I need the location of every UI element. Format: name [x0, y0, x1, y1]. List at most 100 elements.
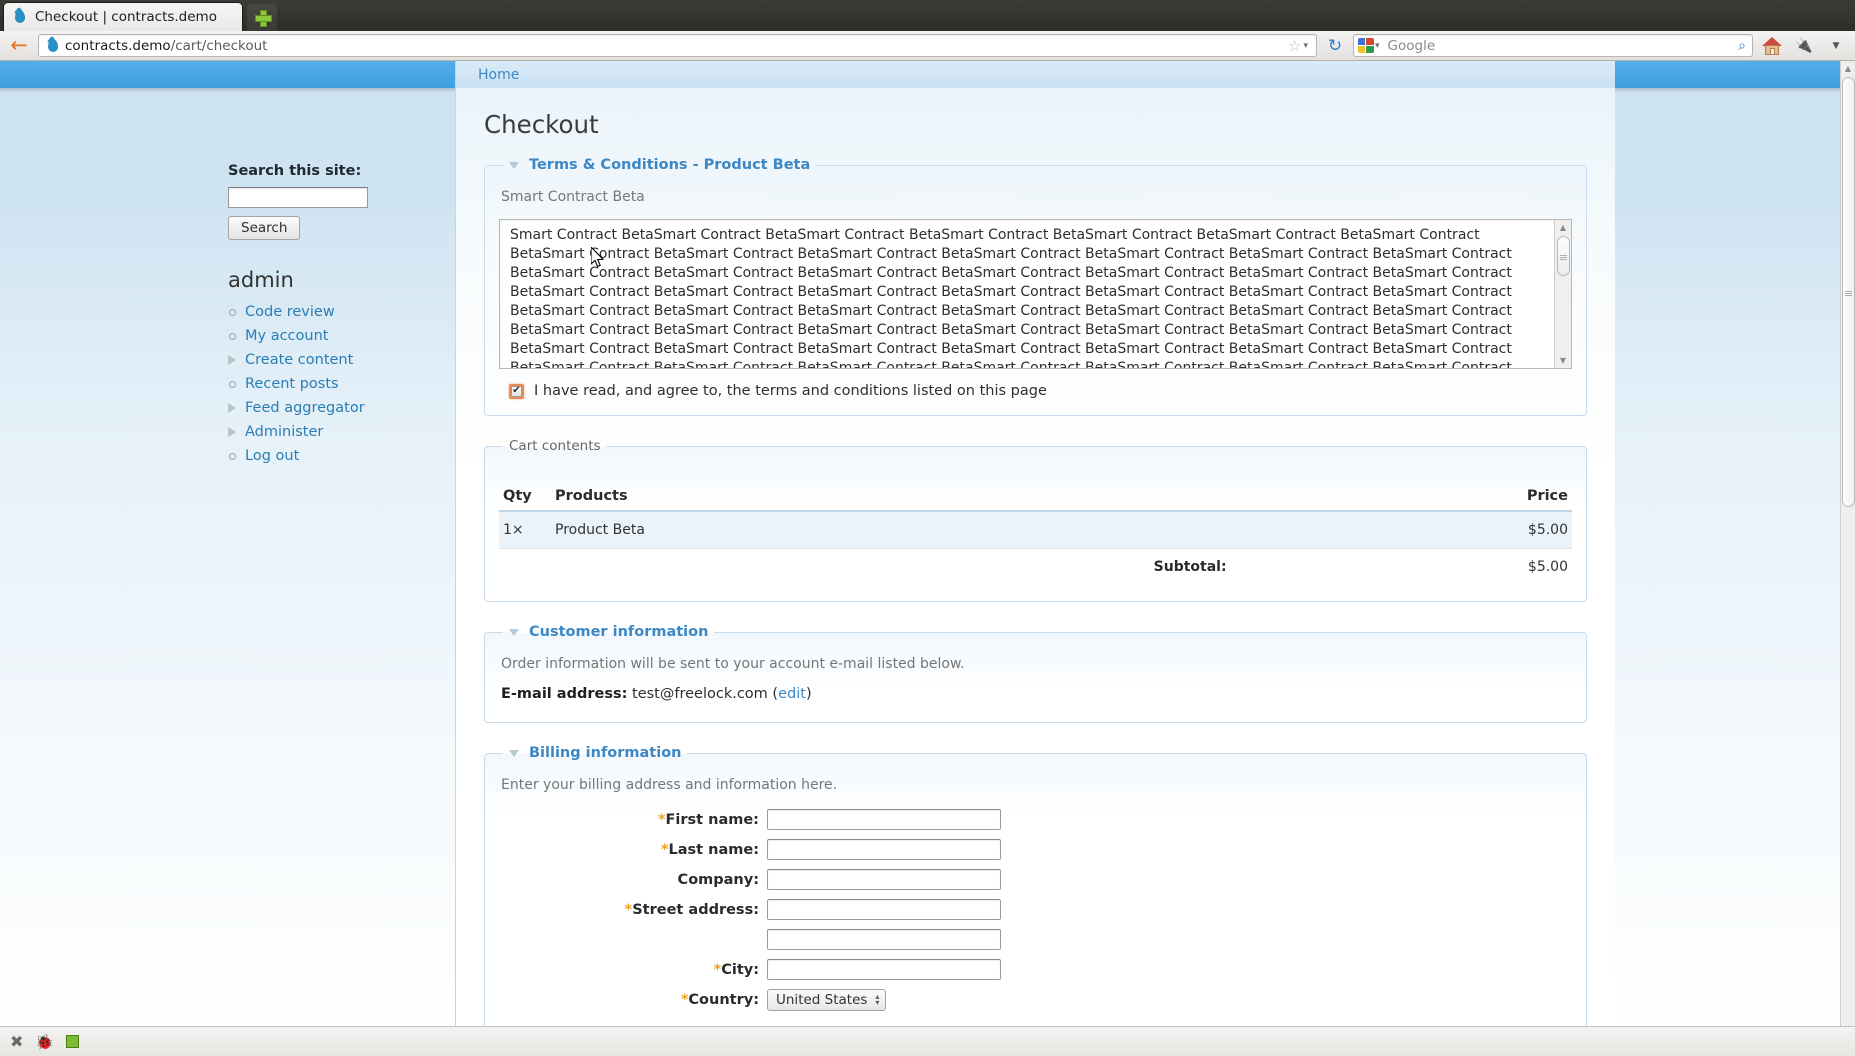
terms-scrollbar[interactable]: ▲ ▼ — [1554, 220, 1571, 368]
terms-agree-label: I have read, and agree to, the terms and… — [534, 383, 1047, 399]
billing-information-fieldset: Billing information Enter your billing a… — [484, 745, 1587, 1026]
country-select-value: United States — [776, 992, 868, 1008]
billing-legend-label: Billing information — [529, 745, 682, 761]
scroll-down-arrow-icon[interactable]: ▼ — [1556, 353, 1571, 368]
green-square-icon[interactable] — [66, 1035, 80, 1048]
billing-legend[interactable]: Billing information — [503, 745, 687, 761]
terms-subtitle: Smart Contract Beta — [501, 189, 645, 205]
star-icon[interactable]: ☆ — [1286, 37, 1303, 55]
terms-scrollbar-thumb[interactable] — [1556, 236, 1570, 276]
company-field[interactable] — [767, 869, 1001, 890]
collapse-triangle-icon[interactable] — [509, 628, 519, 636]
toolbar-overflow-button[interactable]: ▼ — [1823, 34, 1849, 58]
billing-form: *First name: *Last name: Company: *Stree… — [499, 809, 1572, 1011]
bookmark-caret-icon[interactable]: ▾ — [1303, 41, 1312, 51]
scroll-up-arrow-icon[interactable]: ▲ — [1556, 220, 1571, 235]
sidebar-item-label[interactable]: Create content — [245, 352, 353, 368]
terms-and-conditions-fieldset: Terms & Conditions - Product Beta Smart … — [484, 157, 1587, 416]
drupal-drop-icon — [12, 9, 28, 25]
sidebar-item-label[interactable]: My account — [245, 328, 328, 344]
firebug-icon[interactable]: 🐞 — [35, 1033, 54, 1051]
tab-strip: Checkout | contracts.demo — [0, 0, 1855, 31]
bullet-triangle-icon — [228, 355, 236, 365]
plugin-button[interactable]: 🔌 — [1791, 34, 1817, 58]
mouse-cursor — [591, 247, 605, 268]
cart-subtotal-value: $5.00 — [1527, 559, 1568, 575]
browser-tab-checkout[interactable]: Checkout | contracts.demo — [3, 2, 243, 31]
bullet-triangle-icon — [228, 403, 236, 413]
content-inner: Checkout Terms & Conditions - Product Be… — [456, 110, 1615, 1026]
sidebar-item-administer[interactable]: Administer — [228, 420, 455, 444]
home-button[interactable] — [1759, 34, 1785, 58]
sidebar-item-recent-posts[interactable]: Recent posts — [228, 372, 455, 396]
terms-legend[interactable]: Terms & Conditions - Product Beta — [503, 157, 816, 173]
sidebar-item-log-out[interactable]: Log out — [228, 444, 455, 468]
back-arrow-icon: ← — [10, 33, 28, 57]
reload-button[interactable]: ↻ — [1323, 36, 1347, 56]
first-name-label: *First name: — [657, 811, 759, 828]
sidebar-item-label[interactable]: Recent posts — [245, 376, 339, 392]
new-tab-button[interactable] — [247, 4, 277, 31]
cart-col-products: Products — [551, 482, 1231, 512]
field-row-country: *Country: United States ▴ ▾ — [499, 989, 1572, 1011]
main-content: Home Checkout Terms & Conditions - Produ… — [455, 61, 1615, 1026]
terms-legend-label: Terms & Conditions - Product Beta — [529, 157, 811, 173]
customer-information-fieldset: Customer information Order information w… — [484, 624, 1587, 723]
search-block-title: Search this site: — [228, 163, 362, 179]
breadcrumb: Home — [456, 61, 1615, 88]
cart-table: Qty Products Price 1× Product Beta $5.00 — [499, 482, 1572, 585]
page-title: Checkout — [484, 110, 599, 139]
field-row-first-name: *First name: — [499, 809, 1572, 830]
close-icon[interactable]: ✖ — [10, 1032, 23, 1051]
plus-icon — [254, 10, 272, 27]
sidebar-item-create-content[interactable]: Create content — [228, 348, 455, 372]
sidebar-menu: Code review My account Create content Re… — [228, 300, 455, 468]
collapse-triangle-icon[interactable] — [509, 161, 519, 169]
city-label: *City: — [713, 961, 759, 978]
sidebar-item-label[interactable]: Code review — [245, 304, 335, 320]
sidebar-item-feed-aggregator[interactable]: Feed aggregator — [228, 396, 455, 420]
cart-cell-product: Product Beta — [551, 511, 1231, 549]
sidebar-search-input[interactable] — [228, 187, 368, 208]
street-address-2-field[interactable] — [767, 929, 1001, 950]
sidebar-search-button[interactable]: Search — [228, 216, 301, 240]
field-row-company: Company: — [499, 869, 1572, 890]
sidebar-item-label[interactable]: Administer — [245, 424, 323, 440]
bullet-triangle-icon — [228, 427, 236, 437]
sidebar-item-my-account[interactable]: My account — [228, 324, 455, 348]
collapse-triangle-icon[interactable] — [509, 749, 519, 757]
search-input[interactable]: Google — [1384, 38, 1739, 54]
page-scrollbar-thumb[interactable] — [1841, 77, 1855, 507]
cart-col-price: Price — [1230, 482, 1572, 512]
sidebar-item-label[interactable]: Feed aggregator — [245, 400, 365, 416]
email-edit-link[interactable]: edit — [778, 686, 806, 702]
cart-cell-qty: 1× — [499, 511, 551, 549]
country-select[interactable]: United States ▴ ▾ — [767, 989, 887, 1011]
search-engine-caret-icon[interactable]: ▾ — [1375, 41, 1384, 51]
address-bar[interactable]: contracts.demo/cart/checkout ☆ ▾ — [38, 34, 1317, 57]
search-go-icon[interactable]: ⌕ — [1738, 38, 1748, 54]
city-field[interactable] — [767, 959, 1001, 980]
terms-scroll-box[interactable]: Smart Contract BetaSmart Contract BetaSm… — [499, 219, 1572, 369]
sidebar: Search this site: Search admin Code revi… — [0, 93, 455, 468]
customer-description: Order information will be sent to your a… — [501, 656, 965, 672]
page-viewport: Search this site: Search admin Code revi… — [0, 61, 1855, 1026]
street-address-label: *Street address: — [624, 901, 759, 918]
back-button[interactable]: ← — [6, 34, 32, 58]
page-scroll-up-arrow-icon[interactable]: ▲ — [1841, 61, 1855, 76]
page-scrollbar[interactable]: ▲ — [1840, 61, 1855, 1026]
customer-legend[interactable]: Customer information — [503, 624, 714, 640]
street-address-field[interactable] — [767, 899, 1001, 920]
terms-body-text: Smart Contract BetaSmart Contract BetaSm… — [510, 227, 1512, 369]
google-logo-icon — [1358, 38, 1375, 53]
last-name-field[interactable] — [767, 839, 1001, 860]
email-address-label: E-mail address: — [501, 686, 628, 702]
sidebar-item-label[interactable]: Log out — [245, 448, 299, 464]
breadcrumb-home-link[interactable]: Home — [478, 67, 519, 83]
first-name-field[interactable] — [767, 809, 1001, 830]
url-path: /cart/checkout — [170, 37, 268, 54]
terms-agree-checkbox[interactable]: ✔ — [509, 383, 524, 399]
search-bar[interactable]: ▾ Google ⌕ — [1353, 34, 1753, 57]
sidebar-item-code-review[interactable]: Code review — [228, 300, 455, 324]
chevron-down-icon: ▼ — [1832, 40, 1840, 51]
